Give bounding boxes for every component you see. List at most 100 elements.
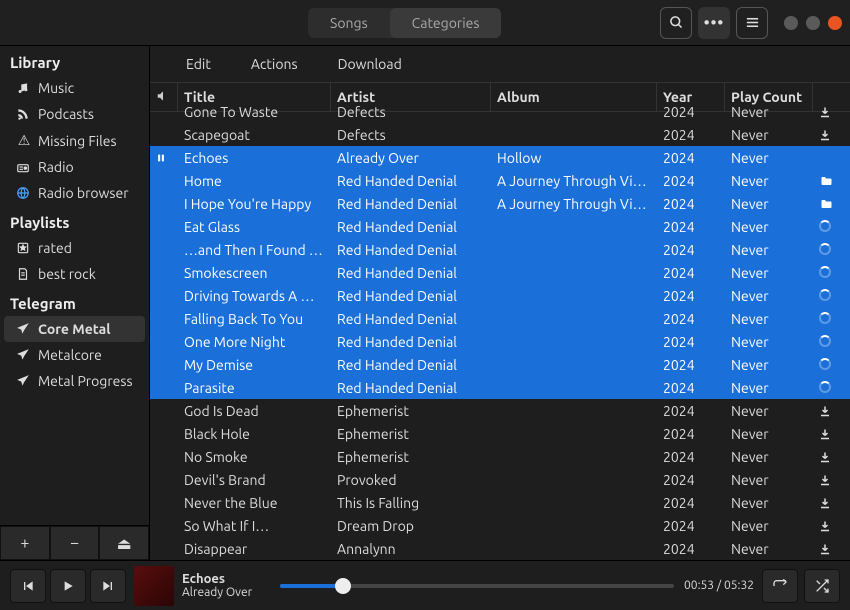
table-row[interactable]: I Hope You're HappyRed Handed DenialA Jo… [150, 192, 850, 215]
menu-edit[interactable]: Edit [186, 56, 211, 72]
cell-status-icon [813, 217, 837, 237]
cell-count: Never [725, 470, 813, 490]
window-dot-3[interactable] [828, 16, 842, 30]
cell-status-icon [813, 355, 837, 375]
more-button[interactable]: ••• [698, 7, 730, 39]
cell-artist: Red Handed Denial [331, 171, 491, 191]
skip-next-icon [100, 578, 116, 594]
table-row[interactable]: Falling Back To YouRed Handed Denial2024… [150, 307, 850, 330]
table-row[interactable]: No SmokeEphemerist2024Never [150, 445, 850, 468]
cell-title: I Hope You're Happy [178, 194, 331, 214]
cell-year: 2024 [657, 240, 725, 260]
sidebar-item-missing[interactable]: ⚠Missing Files [0, 127, 149, 154]
table-row[interactable]: EchoesAlready OverHollow2024Never [150, 146, 850, 169]
window-dot-1[interactable] [784, 16, 798, 30]
cell-title: God Is Dead [178, 401, 331, 421]
sidebar-item-label: Radio [38, 159, 74, 175]
cell-count: Never [725, 171, 813, 191]
cell-album [491, 133, 657, 137]
cell-playing [150, 501, 178, 505]
cell-status-icon [813, 518, 837, 534]
table-body[interactable]: Gone To WasteDefects2024NeverScapegoatDe… [150, 100, 850, 560]
sidebar-item-radio[interactable]: Radio [0, 154, 149, 180]
cell-playing [150, 547, 178, 551]
cell-year: 2024 [657, 447, 725, 467]
cell-year: 2024 [657, 424, 725, 444]
rated-icon [16, 241, 32, 255]
seek-thumb[interactable] [335, 578, 351, 594]
cell-year: 2024 [657, 286, 725, 306]
seek-bar[interactable] [280, 584, 674, 588]
sidebar-item-radio-browser[interactable]: Radio browser [0, 180, 149, 206]
cell-count: Never [725, 125, 813, 145]
sidebar-item-label: Metal Progress [38, 373, 133, 389]
sidebar-item-music[interactable]: Music [0, 75, 149, 101]
cell-playing [150, 432, 178, 436]
menu-download[interactable]: Download [338, 56, 402, 72]
sidebar-item-label: Radio browser [38, 185, 129, 201]
cell-artist: Dream Drop [331, 516, 491, 536]
cell-artist: Ephemerist [331, 401, 491, 421]
missing-icon: ⚠ [16, 132, 32, 149]
repeat-button[interactable] [762, 569, 798, 603]
table-row[interactable]: So What If I…Dream Drop2024Never [150, 514, 850, 537]
next-button[interactable] [90, 569, 126, 603]
table-row[interactable]: God Is DeadEphemerist2024Never [150, 399, 850, 422]
main: EditActionsDownload Title Artist Album Y… [150, 46, 850, 560]
shuffle-button[interactable] [804, 569, 840, 603]
cell-year: 2024 [657, 171, 725, 191]
table-row[interactable]: Black HoleEphemerist2024Never [150, 422, 850, 445]
search-button[interactable] [660, 7, 692, 39]
table-row[interactable]: Never the BlueThis Is Falling2024Never [150, 491, 850, 514]
menu-actions[interactable]: Actions [251, 56, 298, 72]
table-row[interactable]: My DemiseRed Handed Denial2024Never [150, 353, 850, 376]
cell-status-icon [813, 332, 837, 352]
cell-album [491, 340, 657, 344]
cell-album [491, 225, 657, 229]
tab-categories[interactable]: Categories [390, 8, 502, 38]
cell-artist: Red Handed Denial [331, 286, 491, 306]
prev-button[interactable] [10, 569, 46, 603]
table-row[interactable]: SmokescreenRed Handed Denial2024Never [150, 261, 850, 284]
remove-button[interactable]: − [50, 526, 100, 560]
sidebar-item-rated[interactable]: rated [0, 235, 149, 261]
play-button[interactable] [50, 569, 86, 603]
table-row[interactable]: Devil's BrandProvoked2024Never [150, 468, 850, 491]
table-row[interactable]: DisappearAnnalynn2024Never [150, 537, 850, 560]
sidebar-item-metalcore[interactable]: Metalcore [0, 342, 149, 368]
table-row[interactable]: Driving Towards A …Red Handed Denial2024… [150, 284, 850, 307]
app-window: Songs Categories ••• LibraryMusicPodcast… [0, 0, 850, 610]
radio-icon [16, 160, 32, 174]
sidebar-item-core-metal[interactable]: Core Metal [4, 316, 145, 342]
cell-count: Never [725, 424, 813, 444]
table-row[interactable]: HomeRed Handed DenialA Journey Through V… [150, 169, 850, 192]
window-dot-2[interactable] [806, 16, 820, 30]
table-row[interactable]: ParasiteRed Handed Denial2024Never [150, 376, 850, 399]
sidebar-item-metal-progress[interactable]: Metal Progress [0, 368, 149, 394]
cell-artist: Provoked [331, 470, 491, 490]
cell-title: My Demise [178, 355, 331, 375]
table-row[interactable]: One More NightRed Handed Denial2024Never [150, 330, 850, 353]
album-art[interactable] [134, 566, 174, 606]
menu-button[interactable] [736, 7, 768, 39]
eject-button[interactable]: ⏏ [99, 526, 149, 560]
cell-title: Scapegoat [178, 125, 331, 145]
table-row[interactable]: Gone To WasteDefects2024Never [150, 100, 850, 123]
cell-status-icon [813, 309, 837, 329]
cell-playing [150, 363, 178, 367]
table-row[interactable]: …and Then I Found …Red Handed Denial2024… [150, 238, 850, 261]
cell-count: Never [725, 355, 813, 375]
menubar: Edit Actions Download [150, 46, 850, 82]
best-rock-icon [16, 267, 32, 281]
cell-count: Never [725, 447, 813, 467]
sidebar-item-best-rock[interactable]: best rock [0, 261, 149, 287]
table-row[interactable]: Eat GlassRed Handed Denial2024Never [150, 215, 850, 238]
add-button[interactable]: + [0, 526, 50, 560]
cell-playing [150, 225, 178, 229]
cell-playing [150, 340, 178, 344]
table-row[interactable]: ScapegoatDefects2024Never [150, 123, 850, 146]
tab-songs[interactable]: Songs [308, 8, 390, 38]
cell-count: Never [725, 516, 813, 536]
sidebar-item-podcasts[interactable]: Podcasts [0, 101, 149, 127]
cell-album [491, 110, 657, 114]
